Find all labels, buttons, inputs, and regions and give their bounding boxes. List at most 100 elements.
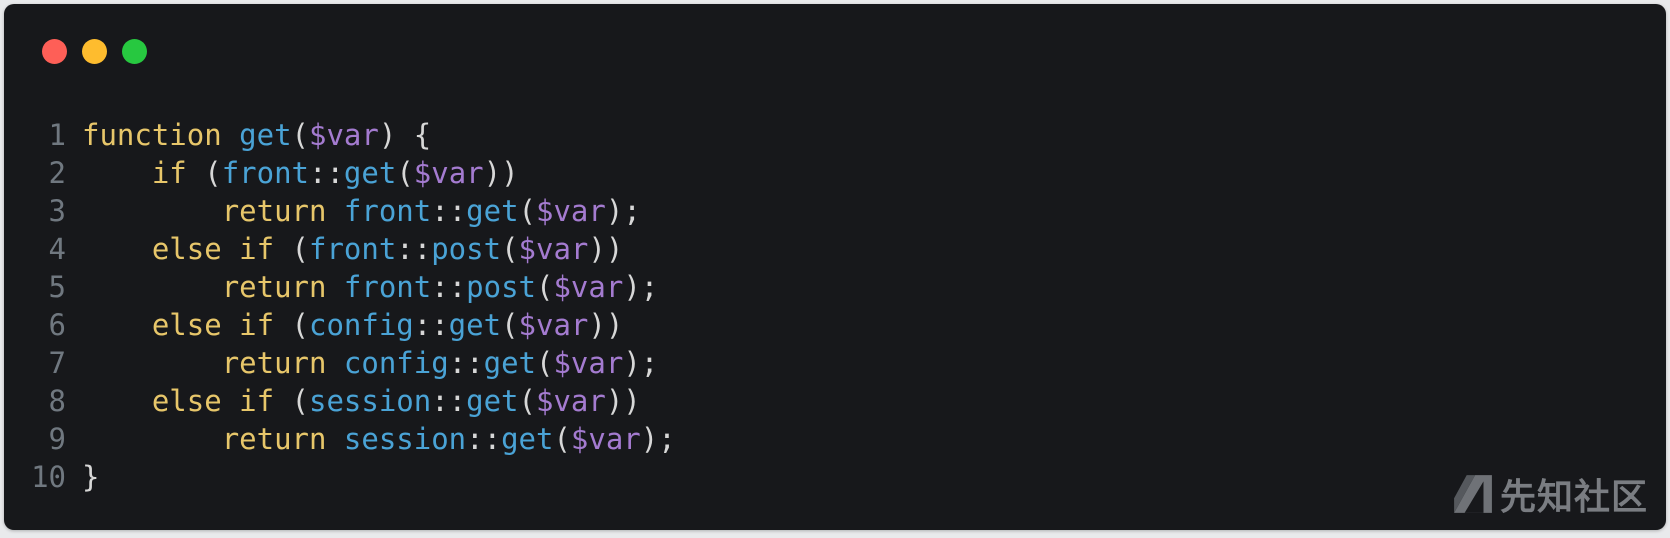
code-token-text: ( <box>291 118 310 152</box>
line-number: 4 <box>48 232 66 266</box>
code-token-text: ( <box>274 384 309 418</box>
code-token-text: :: <box>466 422 502 456</box>
window-controls <box>42 39 147 64</box>
line-number: 3 <box>48 194 66 228</box>
code-token-text: ( <box>518 194 537 228</box>
watermark-text: 先知社区 <box>1499 477 1648 518</box>
code-token-text: )) <box>483 156 519 190</box>
code-token-keyword: else if <box>151 308 275 342</box>
code-token-function: session <box>343 422 467 456</box>
code-token-variable: $var <box>570 422 641 456</box>
code-token-text: :: <box>413 308 449 342</box>
code-line: 9 return session:: get($var); <box>4 420 676 458</box>
code-token-function: front <box>308 232 397 266</box>
watermark: 先知社区 <box>1452 468 1648 520</box>
close-dot[interactable] <box>42 39 67 64</box>
code-line: 7 return config:: get($var); <box>4 344 676 382</box>
code-token-text: } <box>82 460 100 494</box>
code-line: 3 return front:: get($var); <box>4 192 676 230</box>
code-token-text: ( <box>501 308 519 342</box>
zoom-dot[interactable] <box>122 39 147 64</box>
code-token-keyword: else if <box>151 232 275 266</box>
code-token-text: ( <box>536 346 554 380</box>
code-token-text: ( <box>553 422 571 456</box>
code-token-variable: $var <box>535 384 606 418</box>
line-number: 2 <box>48 156 66 190</box>
code-token-text: ); <box>623 346 659 380</box>
code-token-text: ( <box>518 384 536 418</box>
code-line: 6 else if (config:: get($var)) <box>4 306 676 344</box>
code-token-function: get <box>466 194 519 228</box>
code-line: 5 return front:: post($var); <box>4 268 676 306</box>
code-token-function: post <box>431 232 502 266</box>
code-token-text: :: <box>431 194 467 228</box>
code-token-variable: $var <box>518 232 589 266</box>
code-line: 2 if (front:: get($var)) <box>4 154 676 192</box>
line-number: 5 <box>48 270 66 304</box>
line-number: 10 <box>31 460 66 494</box>
code-token-text: :: <box>396 232 432 266</box>
code-token-text: :: <box>431 384 467 418</box>
line-number: 1 <box>48 118 66 152</box>
code-token-text: ( <box>274 308 309 342</box>
code-token-function: get <box>239 118 292 152</box>
code-line: 1 function get($var) { <box>4 116 676 154</box>
code-token-function: get <box>343 156 397 190</box>
code-token-text: ); <box>640 422 676 456</box>
code-token-function: session <box>308 384 432 418</box>
code-token-function: get <box>466 384 519 418</box>
code-token-text: :: <box>309 156 344 190</box>
code-token-text: )) <box>605 384 641 418</box>
line-number: 7 <box>48 346 66 380</box>
code-token-text: ( <box>396 156 414 190</box>
code-token-function: front <box>343 194 432 228</box>
code-token-text: ( <box>186 156 222 190</box>
code-line: 10} <box>4 458 676 496</box>
line-number: 8 <box>48 384 66 418</box>
code-window: 1 function get($var) {2 if (front:: get($v… <box>4 4 1666 530</box>
code-token-keyword: if <box>151 156 187 190</box>
code-token-function: config <box>308 308 414 342</box>
code-line: 8 else if (session:: get($var)) <box>4 382 676 420</box>
code-token-text: :: <box>431 270 467 304</box>
code-token-variable: $var <box>518 308 589 342</box>
code-token-text: ) { <box>378 118 432 152</box>
code-token-keyword: return <box>221 422 327 456</box>
code-token-function: get <box>501 422 554 456</box>
code-token-variable: $var <box>413 156 484 190</box>
code-token-keyword: function <box>82 118 222 152</box>
code-token-function: front <box>343 270 432 304</box>
code-token-variable: $var <box>553 346 624 380</box>
code-token-variable: $var <box>536 194 606 228</box>
code-token-text: ); <box>605 194 641 228</box>
code-token-keyword: return <box>221 346 327 380</box>
minimize-dot[interactable] <box>82 39 107 64</box>
code-token-function: post <box>466 270 536 304</box>
code-token-text: :: <box>448 346 484 380</box>
code-token-text: ( <box>501 232 519 266</box>
code-token-function: front <box>221 156 309 190</box>
line-number: 9 <box>48 422 66 456</box>
code-token-keyword: return <box>221 270 327 304</box>
code-token-text: ( <box>536 270 554 304</box>
code-token-variable: $var <box>553 270 624 304</box>
code-token-function: get <box>448 308 502 342</box>
xianzhi-logo-icon <box>1454 475 1492 513</box>
code-line: 4 else if (front:: post($var)) <box>4 230 676 268</box>
code-token-function: get <box>483 346 536 380</box>
code-token-function: config <box>343 346 449 380</box>
code-token-text: )) <box>588 308 624 342</box>
